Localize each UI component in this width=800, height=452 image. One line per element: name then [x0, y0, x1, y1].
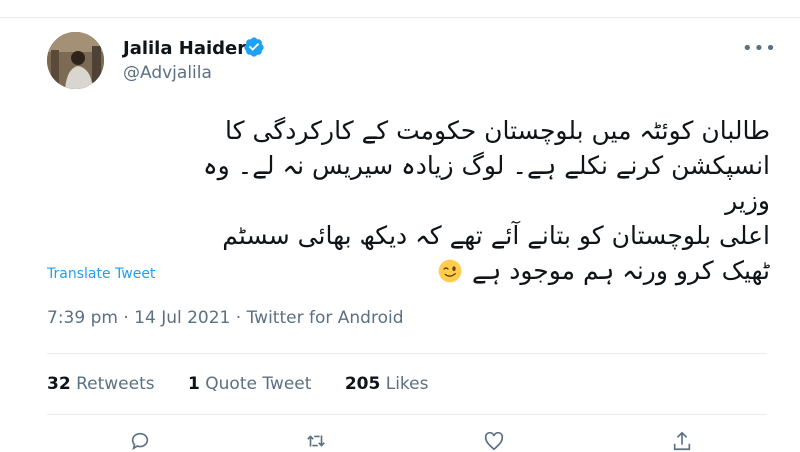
retweets-label: Retweets [76, 374, 155, 394]
more-options-icon[interactable]: ••• [742, 38, 777, 59]
tweet-text-line: اعلی بلوچستان کو بتانے آئے تھے کہ دیکھ ب… [222, 221, 770, 250]
tweet-text-line-content: ٹھیک کرو ورنہ ہم موجود ہے [471, 256, 770, 285]
tweet-meta: 7:39 pm · 14 Jul 2021 · Twitter for Andr… [47, 308, 403, 328]
likes-label: Likes [385, 374, 429, 394]
retweets-count: 32 [47, 374, 71, 394]
tweet-date[interactable]: 14 Jul 2021 [134, 308, 230, 328]
action-bar [0, 430, 800, 452]
winking-face-emoji-icon [438, 259, 462, 283]
quote-tweet-stat[interactable]: 1 Quote Tweet [188, 374, 311, 394]
avatar-image [47, 32, 104, 89]
likes-stat[interactable]: 205 Likes [345, 374, 429, 394]
tweet-text-line: انسپکشن کرنے نکلے ہے۔ لوگ زیادہ سیریس نہ… [195, 151, 770, 215]
translate-tweet-link[interactable]: Translate Tweet [47, 266, 155, 282]
tweet-time[interactable]: 7:39 pm [47, 308, 118, 328]
meta-separator: · [123, 308, 129, 328]
retweets-stat[interactable]: 32 Retweets [47, 374, 155, 394]
tweet-text-line: ٹھیک کرو ورنہ ہم موجود ہے [170, 253, 770, 288]
engagement-stats: 32 Retweets 1 Quote Tweet 205 Likes [47, 374, 456, 394]
divider [47, 353, 767, 354]
reply-icon[interactable] [129, 430, 151, 452]
verified-badge-icon [244, 37, 264, 57]
author-name[interactable]: Jalila Haider [123, 38, 246, 59]
quote-label: Quote Tweet [205, 374, 312, 394]
top-divider [0, 17, 800, 18]
quote-count: 1 [188, 374, 200, 394]
like-icon[interactable] [483, 430, 505, 452]
tweet-text: طالبان کوئٹہ میں بلوچستان حکومت کے کارکر… [170, 113, 770, 288]
divider [47, 414, 767, 415]
retweet-icon[interactable] [305, 430, 327, 452]
tweet-source[interactable]: Twitter for Android [247, 308, 404, 328]
avatar[interactable] [47, 32, 104, 89]
meta-separator: · [235, 308, 242, 328]
author-handle[interactable]: @Advjalila [123, 63, 212, 83]
tweet-text-line: طالبان کوئٹہ میں بلوچستان حکومت کے کارکر… [225, 116, 770, 145]
likes-count: 205 [344, 374, 381, 394]
share-icon[interactable] [671, 430, 693, 452]
